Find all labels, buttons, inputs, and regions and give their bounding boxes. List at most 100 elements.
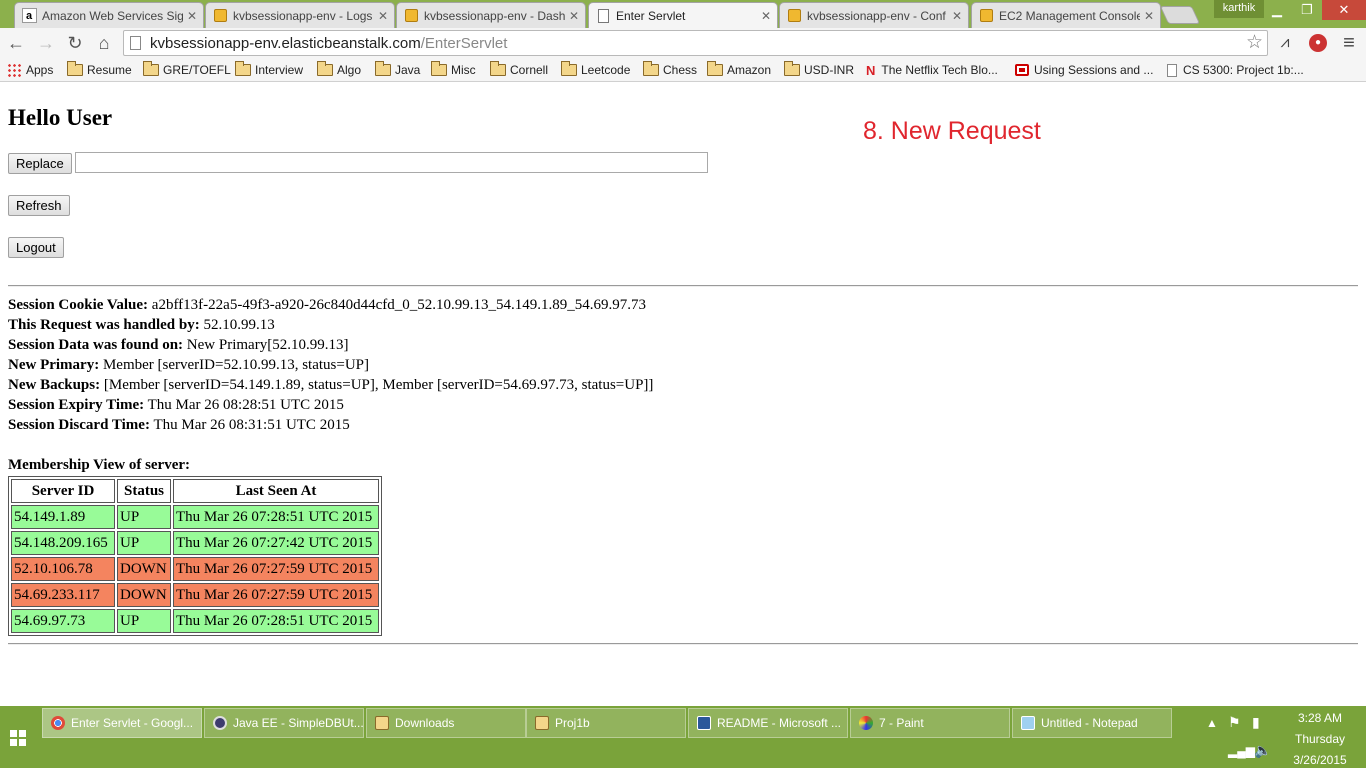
browser-tab-active[interactable]: Enter Servlet ✕ [588, 2, 778, 28]
info-value: a2bff13f-22a5-49f3-a920-26c840d44cfd_0_5… [151, 297, 647, 313]
logout-button[interactable]: Logout [8, 237, 64, 258]
last-seen-cell: Thu Mar 26 07:27:59 UTC 2015 [173, 583, 379, 607]
home-icon[interactable]: ⌂ [92, 31, 116, 55]
profile-badge[interactable]: karthik [1214, 0, 1264, 18]
folder-icon [431, 61, 447, 76]
table-row: 54.69.97.73 UP Thu Mar 26 07:28:51 UTC 2… [11, 609, 379, 633]
taskbar-item-paint[interactable]: 7 - Paint [850, 708, 1010, 738]
windows-start-icon[interactable] [10, 730, 26, 746]
browser-tab[interactable]: EC2 Management Console ✕ [971, 2, 1161, 28]
server-id-cell: 54.69.233.117 [11, 583, 115, 607]
star-icon[interactable]: ☆ [1246, 31, 1263, 54]
clock[interactable]: 3:28 AM Thursday 3/26/2015 [1280, 708, 1360, 768]
bookmark-oracle[interactable]: Using Sessions and ... [1015, 62, 1153, 78]
bookmark-folder[interactable]: Leetcode [561, 61, 631, 78]
apps-grid-icon [7, 63, 21, 77]
taskbar-item-label: Untitled - Notepad [1041, 716, 1138, 730]
taskbar-item-chrome[interactable]: Enter Servlet - Googl... [42, 708, 202, 738]
info-label: New Primary: [8, 357, 100, 373]
divider [8, 643, 1358, 645]
url-path: /EnterServlet [420, 35, 508, 52]
minimize-icon[interactable]: ▁ [1262, 0, 1292, 20]
table-row: 54.149.1.89 UP Thu Mar 26 07:28:51 UTC 2… [11, 505, 379, 529]
pulse-extension-icon[interactable]: ⩘ [1273, 31, 1297, 55]
close-icon[interactable]: ✕ [952, 9, 962, 23]
column-header: Server ID [11, 479, 115, 503]
bookmark-folder[interactable]: Interview [235, 61, 303, 78]
table-row: 52.10.106.78 DOWN Thu Mar 26 07:27:59 UT… [11, 557, 379, 581]
taskbar-item-proj1b[interactable]: Proj1b [526, 708, 686, 738]
url-text: kvbsessionapp-env.elasticbeanstalk.com/E… [150, 35, 507, 52]
last-seen-cell: Thu Mar 26 07:28:51 UTC 2015 [173, 505, 379, 529]
address-bar[interactable]: kvbsessionapp-env.elasticbeanstalk.com/E… [123, 30, 1268, 56]
close-icon[interactable]: ✕ [569, 9, 579, 23]
bookmark-folder[interactable]: Cornell [490, 61, 548, 78]
network-signal-icon[interactable]: ▂▄▆ [1228, 744, 1255, 758]
bookmark-folder[interactable]: Resume [67, 61, 132, 78]
browser-tab[interactable]: kvbsessionapp-env - Logs ✕ [205, 2, 395, 28]
browser-tab[interactable]: kvbsessionapp-env - Conf ✕ [779, 2, 969, 28]
action-center-flag-icon[interactable]: ⚑ [1228, 714, 1241, 731]
restore-icon[interactable]: ❐ [1292, 0, 1322, 20]
reload-icon[interactable]: ↻ [63, 31, 87, 55]
speaker-icon[interactable]: 🔈 [1254, 742, 1271, 759]
window-close-icon[interactable]: ✕ [1322, 0, 1366, 20]
bookmark-label: Amazon [727, 63, 772, 77]
back-arrow-icon[interactable]: ← [4, 31, 28, 55]
folder-icon [643, 61, 659, 76]
server-id-cell: 52.10.106.78 [11, 557, 115, 581]
folder-icon [561, 61, 577, 76]
paint-icon [859, 716, 873, 730]
page-icon [595, 8, 611, 24]
show-hidden-icons-chevron-icon[interactable]: ▲ [1206, 716, 1218, 730]
new-tab-button[interactable] [1159, 6, 1201, 24]
status-cell: UP [117, 531, 171, 555]
server-id-cell: 54.69.97.73 [11, 609, 115, 633]
browser-tab[interactable]: a Amazon Web Services Sig ✕ [14, 2, 204, 28]
last-seen-cell: Thu Mar 26 07:28:51 UTC 2015 [173, 609, 379, 633]
replace-button[interactable]: Replace [8, 153, 72, 174]
close-icon[interactable]: ✕ [187, 9, 197, 23]
aws-cube-icon [403, 8, 419, 24]
bookmark-page[interactable]: CS 5300: Project 1b:... [1167, 62, 1304, 78]
bookmark-label: Leetcode [581, 63, 631, 77]
bookmark-label: Using Sessions and ... [1034, 63, 1154, 77]
last-seen-cell: Thu Mar 26 07:27:42 UTC 2015 [173, 531, 379, 555]
taskbar-item-label: Downloads [395, 716, 455, 730]
close-icon[interactable]: ✕ [378, 9, 388, 23]
taskbar-item-word[interactable]: README - Microsoft ... [688, 708, 848, 738]
bookmark-folder[interactable]: Chess [643, 61, 697, 78]
bookmark-folder[interactable]: Amazon [707, 61, 772, 78]
word-icon [697, 716, 711, 730]
taskbar-item-eclipse[interactable]: Java EE - SimpleDBUt... [204, 708, 364, 738]
bookmark-folder[interactable]: Java [375, 61, 420, 78]
menu-icon[interactable]: ≡ [1337, 31, 1361, 55]
taskbar-item-notepad[interactable]: Untitled - Notepad [1012, 708, 1172, 738]
bookmark-apps[interactable]: Apps [7, 62, 53, 78]
data-found-line: Session Data was found on: New Primary[5… [8, 337, 348, 354]
bookmark-netflix[interactable]: N The Netflix Tech Blo... [866, 62, 998, 78]
browser-tab[interactable]: kvbsessionapp-env - Dash ✕ [396, 2, 586, 28]
close-icon[interactable]: ✕ [761, 9, 771, 23]
power-icon[interactable]: ▮ [1252, 714, 1260, 731]
bookmark-label: Algo [337, 63, 362, 77]
replace-input[interactable] [75, 152, 708, 173]
tab-title: kvbsessionapp-env - Logs [233, 8, 373, 23]
forward-arrow-icon[interactable]: → [34, 31, 58, 55]
info-label: Session Data was found on: [8, 337, 184, 353]
close-icon[interactable]: ✕ [1144, 9, 1154, 23]
refresh-button[interactable]: Refresh [8, 195, 70, 216]
table-row: 54.148.209.165 UP Thu Mar 26 07:27:42 UT… [11, 531, 379, 555]
info-value: Member [serverID=52.10.99.13, status=UP] [102, 357, 370, 373]
new-primary-line: New Primary: Member [serverID=52.10.99.1… [8, 357, 369, 374]
bookmark-folder[interactable]: USD-INR [784, 61, 854, 78]
bookmark-folder[interactable]: GRE/TOEFL [143, 61, 231, 78]
status-cell: DOWN [117, 557, 171, 581]
stop-extension-icon[interactable]: ● [1309, 34, 1327, 52]
bookmark-folder[interactable]: Algo [317, 61, 362, 78]
taskbar-item-downloads[interactable]: Downloads [366, 708, 526, 738]
bookmark-folder[interactable]: Misc [431, 61, 476, 78]
folder-icon [784, 61, 800, 76]
session-cookie-line: Session Cookie Value: a2bff13f-22a5-49f3… [8, 297, 646, 314]
membership-title: Membership View of server: [8, 457, 191, 473]
